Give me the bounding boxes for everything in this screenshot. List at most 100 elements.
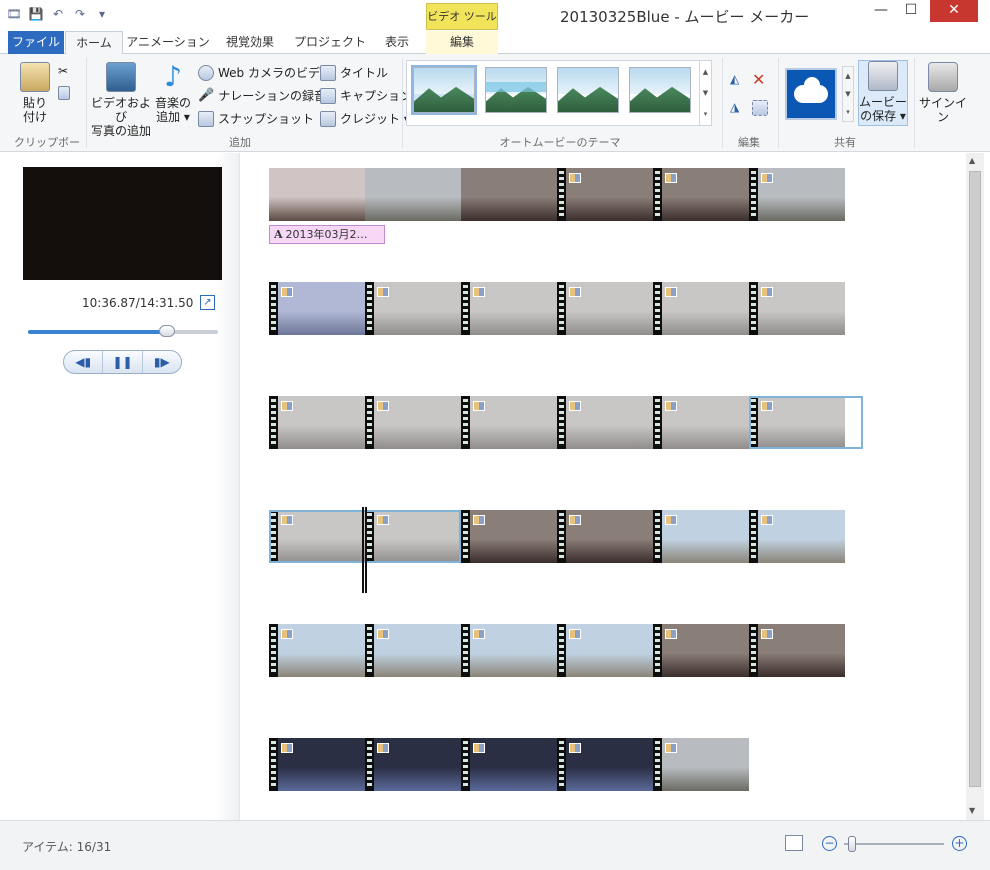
storyboard-clip[interactable] (461, 738, 557, 791)
transition-badge-icon (473, 287, 485, 297)
seek-thumb[interactable] (158, 325, 175, 337)
storyboard-clip[interactable] (653, 168, 749, 221)
storyboard-clip[interactable] (365, 282, 461, 335)
playhead[interactable] (362, 507, 367, 593)
maximize-button[interactable]: ☐ (898, 0, 924, 22)
storyboard-clip[interactable] (365, 624, 461, 677)
transition-badge-icon (569, 401, 581, 411)
select-all-button[interactable] (752, 100, 768, 116)
zoom-thumb[interactable] (848, 836, 856, 852)
storyboard-clip[interactable] (749, 624, 845, 677)
previous-frame-button[interactable]: ◀▮ (64, 351, 104, 373)
zoom-slider[interactable] (844, 836, 944, 852)
storyboard-clip[interactable] (269, 738, 365, 791)
redo-icon[interactable]: ↷ (72, 6, 88, 22)
storyboard-clip[interactable] (557, 624, 653, 677)
storyboard-clip[interactable] (653, 510, 749, 563)
sign-in-button[interactable]: サインイン (918, 62, 968, 124)
storyboard-clip[interactable] (461, 624, 557, 677)
storyboard-clip[interactable] (461, 282, 557, 335)
film-photo-icon (106, 62, 136, 92)
transition-badge-icon (665, 173, 677, 183)
next-frame-button[interactable]: ▮▶ (143, 351, 181, 373)
status-bar: アイテム: 16/31 − + (0, 820, 990, 870)
transition-badge-icon (665, 287, 677, 297)
vertical-scrollbar[interactable]: ▲ ▼ (966, 153, 984, 820)
record-narration-button[interactable]: 🎤 ナレーションの録音 ▾ (198, 87, 336, 104)
storyboard-clip[interactable] (653, 624, 749, 677)
snapshot-button[interactable]: スナップショット (198, 110, 314, 127)
add-music-button[interactable]: ♪ 音楽の 追加 ▾ (154, 62, 192, 125)
remove-button[interactable]: ✕ (752, 70, 765, 89)
credits-button[interactable]: クレジット ▾ (320, 110, 410, 127)
film-strip-edge (653, 396, 662, 449)
storyboard-clip[interactable] (653, 282, 749, 335)
storyboard-clip[interactable] (365, 738, 461, 791)
onedrive-share-button[interactable] (785, 68, 837, 120)
caption-button[interactable]: キャプション (320, 87, 412, 104)
tab-animation[interactable]: アニメーション (126, 31, 210, 54)
paste-button[interactable]: 貼り 付け (18, 62, 52, 124)
storyboard-clip[interactable] (749, 282, 845, 335)
rotate-right-button[interactable]: ◮ (730, 100, 739, 114)
scroll-thumb[interactable] (969, 171, 981, 787)
copy-icon (58, 86, 70, 100)
storyboard-clip[interactable] (461, 510, 557, 563)
video-preview[interactable] (23, 167, 222, 280)
storyboard-clip[interactable] (365, 396, 461, 449)
theme-fade[interactable] (557, 67, 619, 113)
film-strip-edge (365, 396, 374, 449)
storyboard-clip[interactable] (653, 738, 749, 791)
storyboard-clip[interactable] (749, 510, 845, 563)
pause-button[interactable]: ❚❚ (103, 351, 143, 373)
undo-icon[interactable]: ↶ (50, 6, 66, 22)
tab-project[interactable]: プロジェクト (292, 31, 368, 54)
scroll-down-icon[interactable]: ▼ (969, 806, 975, 815)
scroll-up-icon[interactable]: ▲ (969, 156, 975, 165)
minimize-button[interactable]: — (868, 0, 894, 22)
ribbon-tabs: ファイル ホーム アニメーション 視覚効果 プロジェクト 表示 編集 ^ ? (0, 31, 990, 81)
caption-overlay[interactable]: A 2013年03月2… (269, 225, 385, 244)
storyboard-clip[interactable] (269, 168, 365, 221)
storyboard-clip[interactable] (557, 396, 653, 449)
app-icon[interactable]: 🎞 (6, 6, 22, 22)
theme-gallery-scroll[interactable]: ▲ ▼ ▾ (699, 61, 711, 125)
save-icon[interactable]: 💾 (28, 6, 44, 22)
save-movie-button[interactable]: ムービー の保存 ▾ (858, 60, 908, 126)
share-gallery-scroll[interactable]: ▲ ▼ ▾ (842, 66, 854, 122)
storyboard-clip[interactable] (557, 168, 653, 221)
customize-qat-icon[interactable]: ▾ (94, 6, 110, 22)
storyboard-clip[interactable] (269, 396, 365, 449)
zoom-out-button[interactable]: − (822, 836, 837, 851)
rotate-left-button[interactable]: ◭ (730, 72, 739, 86)
theme-pan-zoom[interactable] (629, 67, 691, 113)
title-button[interactable]: タイトル (320, 64, 388, 81)
storyboard-clip[interactable] (461, 396, 557, 449)
storyboard-clip[interactable] (269, 624, 365, 677)
theme-default[interactable] (411, 65, 477, 115)
tab-file[interactable]: ファイル (8, 31, 64, 54)
close-button[interactable]: ✕ (930, 0, 978, 22)
storyboard-clip[interactable] (749, 168, 845, 221)
tab-view[interactable]: 表示 (374, 31, 420, 54)
storyboard-clip[interactable] (557, 282, 653, 335)
tab-edit[interactable]: 編集 (426, 31, 498, 54)
tab-home[interactable]: ホーム (65, 31, 123, 55)
zoom-in-button[interactable]: + (952, 836, 967, 851)
popout-icon[interactable]: ↗ (200, 295, 215, 310)
seek-bar[interactable] (28, 325, 218, 337)
webcam-video-button[interactable]: Web カメラのビデオ (198, 64, 332, 81)
storyboard-clip[interactable] (269, 282, 365, 335)
cut-button[interactable]: ✂ (58, 64, 68, 78)
storyboard-clip[interactable] (461, 168, 557, 221)
thumbnail-size-icon[interactable] (785, 835, 803, 851)
storyboard-clip[interactable] (365, 168, 461, 221)
film-strip-edge (461, 282, 470, 335)
add-videos-photos-button[interactable]: ビデオおよび 写真の追加 (90, 62, 152, 138)
theme-contemporary[interactable] (485, 67, 547, 113)
tab-visual-effects[interactable]: 視覚効果 (215, 31, 285, 54)
copy-button[interactable] (58, 86, 70, 100)
storyboard-clip[interactable] (557, 510, 653, 563)
storyboard-clip[interactable] (557, 738, 653, 791)
storyboard-clip[interactable] (653, 396, 749, 449)
